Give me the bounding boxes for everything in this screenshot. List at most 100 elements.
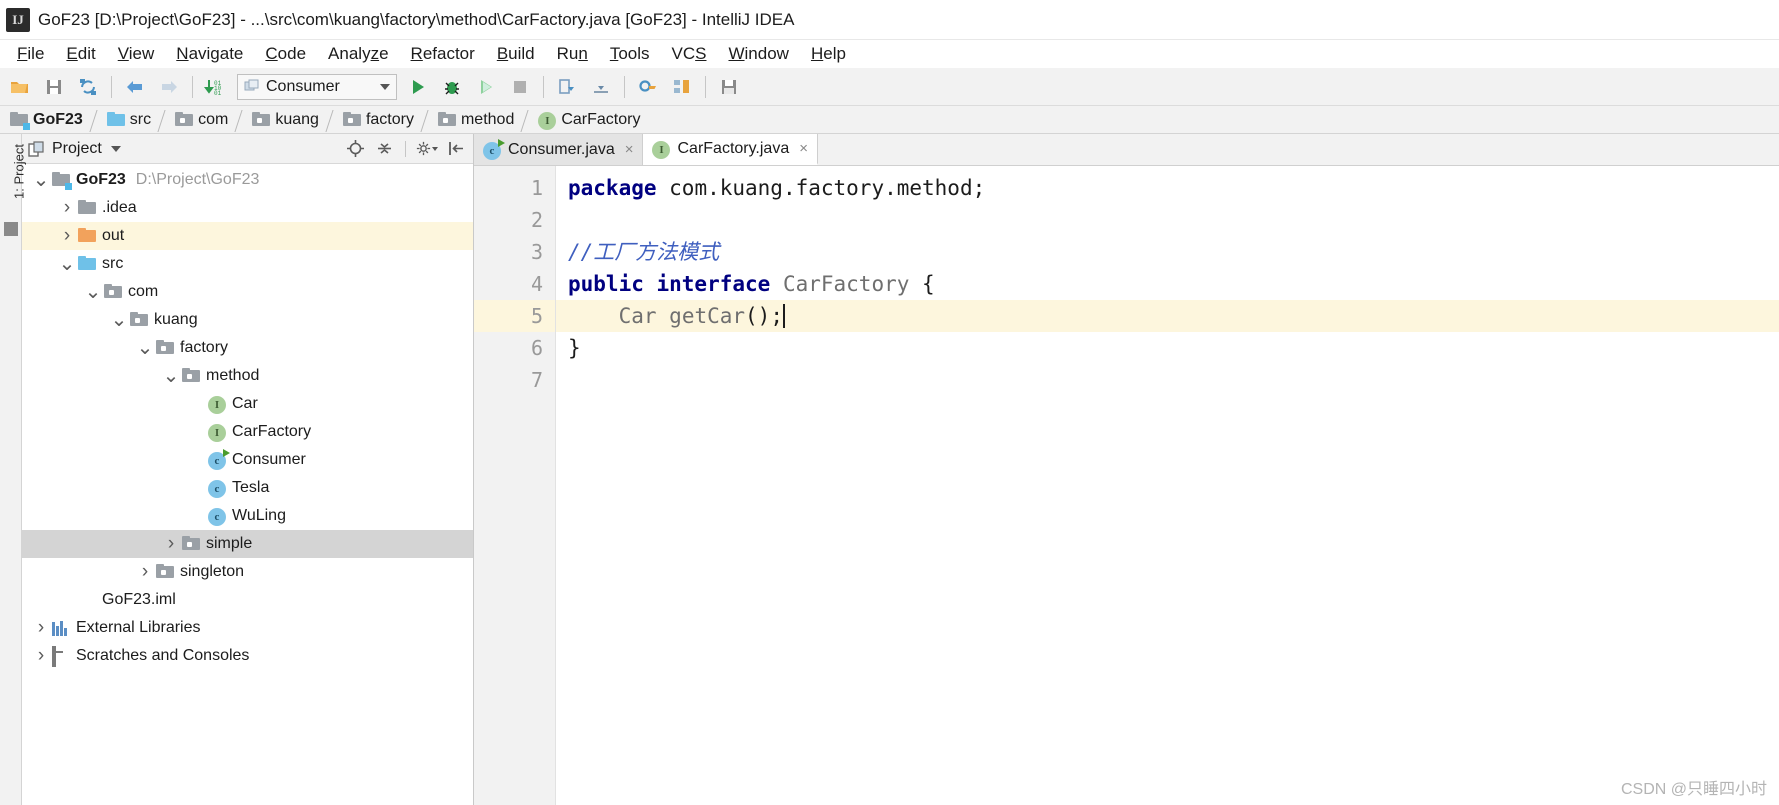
navigate-forward-icon[interactable]: [153, 72, 185, 102]
tree-row[interactable]: › Scratches and Consoles: [22, 642, 473, 670]
tree-row[interactable]: ⌄ com: [22, 278, 473, 306]
code-line[interactable]: [556, 364, 1779, 396]
chevron-down-icon[interactable]: ⌄: [134, 338, 156, 358]
save-icon[interactable]: [713, 72, 745, 102]
code-line[interactable]: }: [556, 332, 1779, 364]
breadcrumb-item-carfactory[interactable]: I CarFactory: [534, 106, 648, 134]
tree-row[interactable]: c Consumer: [22, 446, 473, 474]
run-icon[interactable]: [402, 72, 434, 102]
chevron-right-icon[interactable]: ›: [134, 561, 156, 583]
tree-row[interactable]: ⌄ factory: [22, 334, 473, 362]
menu-item-window[interactable]: Window: [717, 43, 799, 65]
breadcrumb-item-factory[interactable]: factory: [339, 106, 422, 134]
synchronize-icon[interactable]: [72, 72, 104, 102]
menu-item-analyze[interactable]: Analyze: [317, 43, 400, 65]
update-project-icon[interactable]: [551, 72, 583, 102]
stop-icon[interactable]: [504, 72, 536, 102]
tree-row[interactable]: › External Libraries: [22, 614, 473, 642]
chevron-down-icon[interactable]: ⌄: [56, 254, 78, 274]
tree-row[interactable]: › simple: [22, 530, 473, 558]
chevron-right-icon[interactable]: ›: [160, 533, 182, 555]
line-number[interactable]: 1: [474, 172, 555, 204]
save-all-icon[interactable]: [38, 72, 70, 102]
code-line[interactable]: //工厂方法模式: [556, 236, 1779, 268]
code-line[interactable]: [556, 204, 1779, 236]
menu-item-code[interactable]: Code: [254, 43, 317, 65]
line-number[interactable]: 4: [474, 268, 555, 300]
breadcrumb-item-method[interactable]: method: [434, 106, 522, 134]
menu-item-file[interactable]: File: [6, 43, 55, 65]
line-number[interactable]: 3: [474, 236, 555, 268]
code-line[interactable]: Car getCar();: [556, 300, 1779, 332]
chevron-down-icon[interactable]: [110, 145, 121, 152]
code-editor[interactable]: 1234567 package com.kuang.factory.method…: [474, 166, 1779, 805]
hide-icon[interactable]: [445, 138, 467, 160]
run-configuration-selector[interactable]: Consumer: [237, 73, 397, 100]
line-number[interactable]: 5: [474, 300, 575, 332]
code-content[interactable]: package com.kuang.factory.method; //工厂方法模…: [556, 166, 1779, 805]
chevron-right-icon[interactable]: ›: [56, 197, 78, 219]
menu-item-help[interactable]: Help: [800, 43, 857, 65]
editor-tab-carfactory-java[interactable]: I CarFactory.java ×: [643, 134, 818, 165]
intellij-idea-window: IJ GoF23 [D:\Project\GoF23] - ...\src\co…: [0, 0, 1779, 805]
tool-window-tab-project[interactable]: 1: Project: [12, 135, 27, 209]
tree-row[interactable]: ⌄ kuang: [22, 306, 473, 334]
tree-row[interactable]: I Car: [22, 390, 473, 418]
tree-item-label: WuLing: [232, 507, 286, 524]
tree-row[interactable]: c WuLing: [22, 502, 473, 530]
project-structure-icon[interactable]: [666, 72, 698, 102]
chevron-down-icon[interactable]: ⌄: [160, 366, 182, 386]
menu-item-edit[interactable]: Edit: [55, 43, 106, 65]
tree-row[interactable]: ⌄ method: [22, 362, 473, 390]
close-icon[interactable]: ×: [625, 141, 634, 158]
chevron-down-icon[interactable]: ⌄: [82, 282, 104, 302]
chevron-right-icon[interactable]: ›: [56, 225, 78, 247]
menu-item-build[interactable]: Build: [486, 43, 546, 65]
menu-bar: File Edit View Navigate Code Analyze Refactor B…: [0, 40, 1779, 68]
editor-tab-consumer-java[interactable]: c Consumer.java ×: [474, 134, 644, 165]
breadcrumb-item-src[interactable]: src: [103, 106, 159, 134]
commit-icon[interactable]: [585, 72, 617, 102]
chevron-down-icon[interactable]: ⌄: [108, 310, 130, 330]
chevron-down-icon: [380, 83, 390, 90]
line-number[interactable]: 2: [474, 204, 555, 236]
run-with-coverage-icon[interactable]: [470, 72, 502, 102]
tree-row[interactable]: › singleton: [22, 558, 473, 586]
gear-icon[interactable]: [416, 138, 438, 160]
collapse-all-icon[interactable]: [373, 138, 395, 160]
menu-item-refactor[interactable]: Refactor: [400, 43, 486, 65]
tree-row[interactable]: ⌄ src: [22, 250, 473, 278]
menu-item-view[interactable]: View: [107, 43, 166, 65]
project-tree[interactable]: ⌄ GoF23 D:\Project\GoF23 › .idea › out ⌄ src ⌄ com…: [22, 164, 473, 805]
close-icon[interactable]: ×: [799, 140, 808, 157]
tree-row[interactable]: c Tesla: [22, 474, 473, 502]
chevron-down-icon[interactable]: ⌄: [30, 170, 52, 190]
chevron-right-icon[interactable]: ›: [30, 617, 52, 639]
open-project-icon[interactable]: [4, 72, 36, 102]
navigate-back-icon[interactable]: [119, 72, 151, 102]
breadcrumb-item-kuang[interactable]: kuang: [248, 106, 327, 134]
tree-row[interactable]: › .idea: [22, 194, 473, 222]
tree-row[interactable]: › out: [22, 222, 473, 250]
tree-row[interactable]: ⌄ GoF23 D:\Project\GoF23: [22, 166, 473, 194]
settings-icon[interactable]: [632, 72, 664, 102]
code-line[interactable]: public interface CarFactory {: [556, 268, 1779, 300]
line-number-gutter[interactable]: 1234567: [474, 166, 575, 805]
menu-item-vcs[interactable]: VCS: [661, 43, 718, 65]
code-line[interactable]: package com.kuang.factory.method;: [556, 172, 1779, 204]
svg-text:01: 01: [214, 90, 222, 96]
debug-icon[interactable]: [436, 72, 468, 102]
breadcrumb-item-com[interactable]: com: [171, 106, 236, 134]
menu-item-tools[interactable]: Tools: [599, 43, 661, 65]
line-number[interactable]: 6: [474, 332, 555, 364]
target-icon[interactable]: [344, 138, 366, 160]
breadcrumb-item-gof23[interactable]: GoF23: [6, 106, 91, 134]
chevron-right-icon[interactable]: ›: [30, 645, 52, 667]
structure-tool-icon[interactable]: [4, 222, 18, 236]
build-project-icon[interactable]: 01 10 01: [200, 72, 232, 102]
tree-row[interactable]: GoF23.iml: [22, 586, 473, 614]
menu-item-navigate[interactable]: Navigate: [165, 43, 254, 65]
menu-item-run[interactable]: Run: [546, 43, 599, 65]
tree-row[interactable]: I CarFactory: [22, 418, 473, 446]
line-number[interactable]: 7: [474, 364, 555, 396]
